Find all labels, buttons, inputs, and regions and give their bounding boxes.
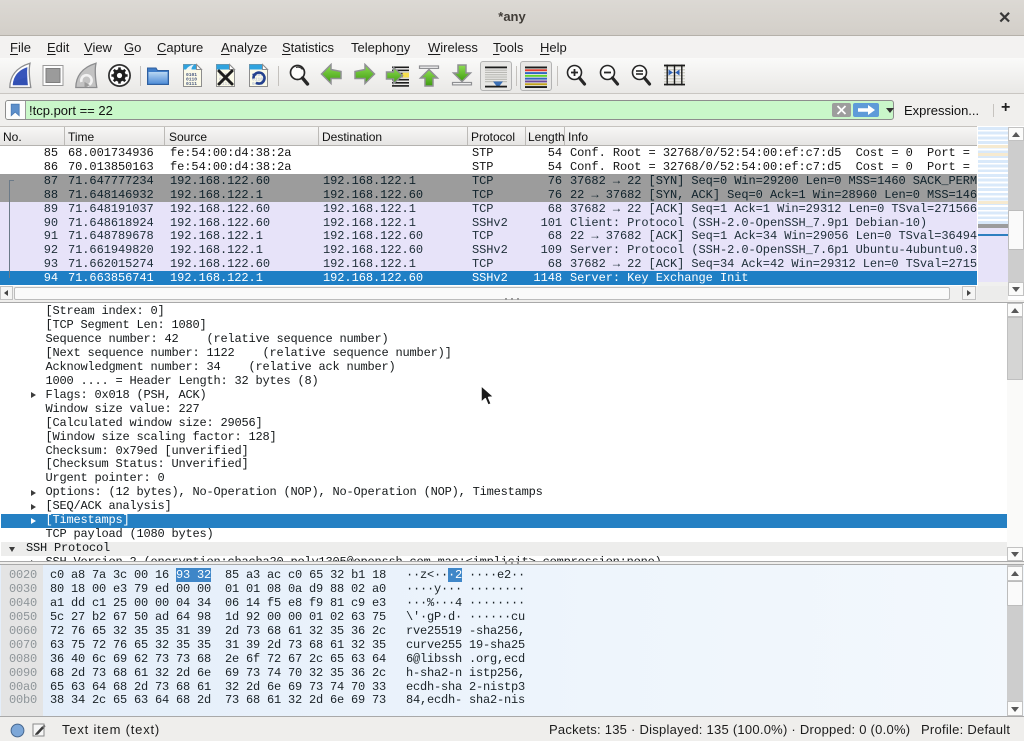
svg-text:0111: 0111 [186,81,197,87]
